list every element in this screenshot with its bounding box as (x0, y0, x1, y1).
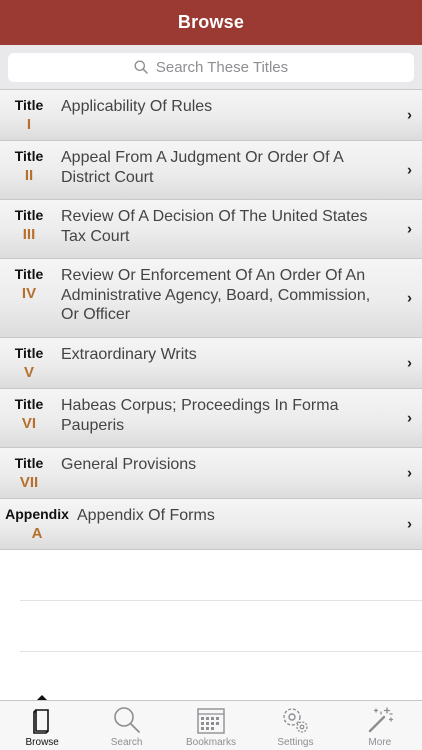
row-numeral: III (22, 226, 36, 243)
list-item[interactable]: Title III Review Of A Decision Of The Un… (0, 200, 422, 259)
row-numeral: A (31, 525, 43, 542)
row-title: General Provisions (61, 456, 197, 473)
tab-label: Settings (277, 737, 314, 748)
magnifier-icon (113, 707, 140, 733)
tab-label: More (368, 737, 392, 748)
row-tag: Title III (0, 207, 58, 243)
active-indicator-icon (37, 695, 48, 700)
book-icon (33, 709, 50, 734)
row-kind: Title (14, 266, 44, 282)
tab-bar: Browse Search Bookmarks Settings More (0, 695, 422, 750)
row-title: Review Or Enforcement Of An Order Of An … (61, 267, 371, 323)
chevron-right-icon: › (407, 409, 412, 427)
chevron-right-icon: › (407, 354, 412, 372)
row-kind: Title (14, 455, 44, 471)
empty-row-separator (20, 651, 422, 652)
search-input[interactable]: Search These Titles (8, 52, 414, 82)
tab-bookmarks[interactable]: Bookmarks (169, 701, 253, 750)
calendar-icon (197, 708, 225, 734)
search-icon (134, 60, 148, 74)
row-tag: Title VII (0, 455, 58, 491)
chevron-right-icon: › (407, 161, 412, 179)
row-tag: Title IV (0, 266, 58, 302)
magic-wand-icon (368, 707, 393, 733)
row-tag: Title V (0, 345, 58, 381)
list-item[interactable]: Title VII General Provisions › (0, 448, 422, 499)
row-tag: Title II (0, 148, 58, 184)
list-item[interactable]: Title IV Review Or Enforcement Of An Ord… (0, 259, 422, 338)
row-kind: Title (14, 396, 44, 412)
chevron-right-icon: › (407, 106, 412, 124)
row-numeral: VI (21, 415, 37, 432)
search-placeholder: Search These Titles (155, 58, 289, 76)
tab-search[interactable]: Search (84, 701, 168, 750)
tab-label: Search (110, 737, 143, 748)
list-item[interactable]: Title II Appeal From A Judgment Or Order… (0, 141, 422, 200)
list-item[interactable]: Title I Applicability Of Rules › (0, 90, 422, 141)
search-bar: Search These Titles (0, 45, 422, 90)
row-tag: Title VI (0, 396, 58, 432)
tab-settings[interactable]: Settings (253, 701, 337, 750)
row-numeral: IV (21, 285, 37, 302)
chevron-right-icon: › (407, 289, 412, 307)
chevron-right-icon: › (407, 464, 412, 482)
row-numeral: II (24, 167, 34, 184)
list-item[interactable]: Appendix A Appendix Of Forms › (0, 499, 422, 550)
tab-label: Bookmarks (186, 737, 237, 748)
row-title: Habeas Corpus; Proceedings In Forma Paup… (61, 397, 339, 434)
tab-browse[interactable]: Browse (0, 695, 84, 750)
row-title: Appendix Of Forms (77, 507, 215, 524)
row-numeral: V (23, 364, 34, 381)
chevron-right-icon: › (407, 220, 412, 238)
nav-bar: Browse (0, 0, 422, 45)
row-kind: Title (14, 148, 44, 164)
row-kind: Title (14, 97, 44, 113)
row-tag: Appendix A (0, 506, 74, 542)
row-title: Appeal From A Judgment Or Order Of A Dis… (61, 149, 343, 186)
titles-list: Title I Applicability Of Rules › Title I… (0, 90, 422, 550)
row-kind: Title (14, 207, 44, 223)
page-title: Browse (177, 12, 245, 32)
row-title: Extraordinary Writs (61, 346, 197, 363)
list-item[interactable]: Title VI Habeas Corpus; Proceedings In F… (0, 389, 422, 448)
gear-icon (283, 708, 309, 733)
row-kind: Title (14, 345, 44, 361)
row-title: Applicability Of Rules (61, 98, 213, 115)
row-title: Review Of A Decision Of The United State… (61, 208, 368, 245)
row-tag: Title I (0, 97, 58, 133)
row-numeral: I (26, 116, 32, 133)
tab-more[interactable]: More (338, 701, 422, 750)
row-kind: Appendix (5, 506, 69, 522)
empty-row-separator (20, 600, 422, 601)
chevron-right-icon: › (407, 515, 412, 533)
tab-label: Browse (25, 737, 59, 748)
row-numeral: VII (19, 474, 39, 491)
list-item[interactable]: Title V Extraordinary Writs › (0, 338, 422, 389)
